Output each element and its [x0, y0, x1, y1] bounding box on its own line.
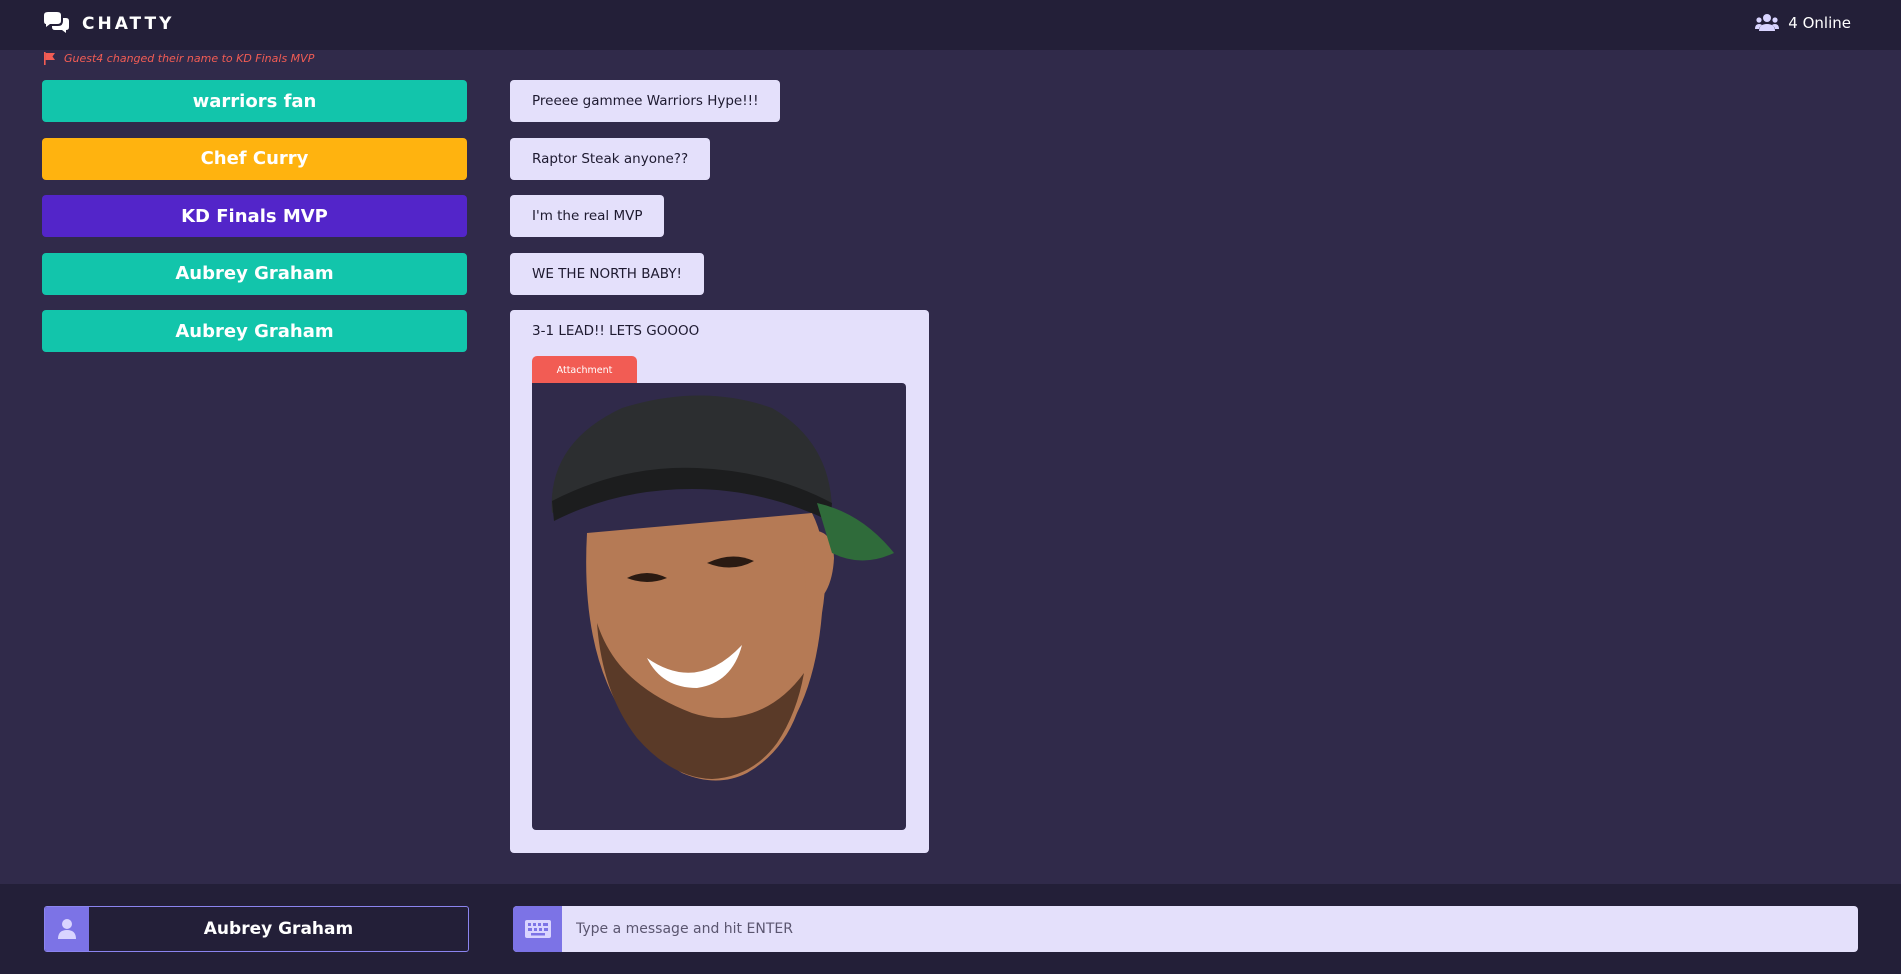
- message-bubble: Preeee gammee Warriors Hype!!!: [510, 80, 781, 122]
- message-bubble: Raptor Steak anyone??: [510, 137, 711, 180]
- attachment-message: 3-1 LEAD!! LETS GOOOO Attachment: [510, 310, 929, 853]
- username-value[interactable]: Aubrey Graham: [89, 907, 468, 951]
- user-item[interactable]: Aubrey Graham: [42, 252, 467, 295]
- message-bubble: WE THE NORTH BABY!: [510, 252, 704, 295]
- keyboard-icon-box: [513, 906, 562, 952]
- brand-name: CHATTY: [82, 14, 175, 34]
- top-bar: CHATTY 4 Online: [0, 0, 1901, 50]
- composer-bar: Aubrey Graham: [0, 884, 1901, 974]
- brand[interactable]: CHATTY: [42, 10, 174, 38]
- user-item[interactable]: warriors fan: [42, 80, 467, 122]
- users-icon: [1755, 14, 1780, 31]
- flag-icon: [44, 52, 55, 65]
- attachment-tab[interactable]: Attachment: [532, 356, 637, 384]
- online-count-label: 4 Online: [1788, 14, 1851, 32]
- user-list: warriors fan Chef Curry KD Finals MVP Au…: [42, 80, 467, 368]
- message-composer[interactable]: [513, 906, 1858, 952]
- message-bubble: I'm the real MVP: [510, 195, 665, 237]
- user-item[interactable]: Chef Curry: [42, 137, 467, 180]
- system-notice-text: Guest4 changed their name to KD Finals M…: [64, 52, 315, 65]
- user-icon: [58, 919, 76, 939]
- face-photo: [551, 395, 894, 781]
- user-item[interactable]: Aubrey Graham: [42, 310, 467, 352]
- user-icon-box: [45, 907, 89, 951]
- system-notice: Guest4 changed their name to KD Finals M…: [43, 52, 314, 65]
- user-item[interactable]: KD Finals MVP: [42, 195, 467, 237]
- message-list: Preeee gammee Warriors Hype!!! Raptor St…: [510, 80, 929, 853]
- message-input[interactable]: [562, 906, 1858, 952]
- username-field[interactable]: Aubrey Graham: [44, 906, 469, 952]
- attachment-image[interactable]: [532, 383, 906, 830]
- attachment-message-text: 3-1 LEAD!! LETS GOOOO: [532, 323, 700, 339]
- keyboard-icon: [524, 920, 551, 938]
- chat-bubbles-icon: [44, 12, 69, 33]
- online-count: 4 Online: [1755, 13, 1851, 33]
